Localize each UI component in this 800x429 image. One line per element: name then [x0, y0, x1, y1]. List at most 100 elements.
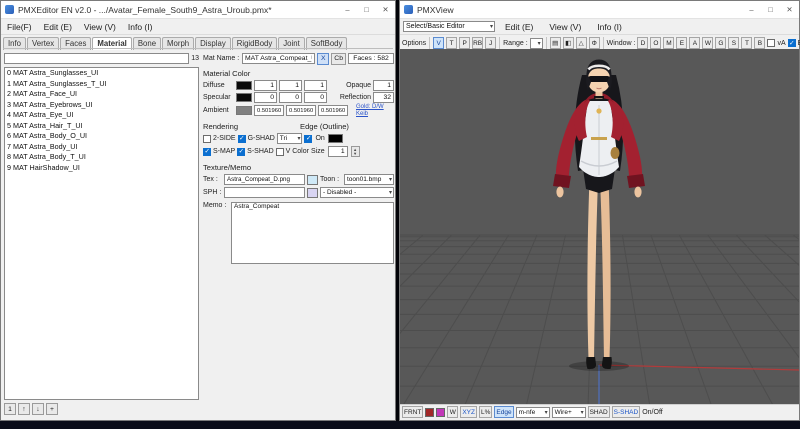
spin-down-icon[interactable]: ▼: [353, 152, 357, 156]
sph-input[interactable]: [224, 187, 305, 198]
wire-mode-dropdown[interactable]: Wire+: [552, 407, 586, 418]
toggle-physics[interactable]: P: [459, 37, 470, 49]
sph-preview-swatch[interactable]: [307, 188, 318, 198]
tex-preview-swatch[interactable]: [307, 175, 318, 185]
material-list-item[interactable]: 4 MAT Astra_Eye_UI: [5, 110, 198, 121]
maximize-button[interactable]: □: [357, 2, 376, 18]
close-button[interactable]: ✕: [376, 2, 395, 18]
window-button-g[interactable]: G: [715, 37, 726, 49]
add-material-button[interactable]: +: [46, 403, 58, 415]
mat-name-input[interactable]: [242, 53, 315, 64]
front-view-button[interactable]: FRNT: [402, 406, 423, 418]
vcolor-checkbox[interactable]: [276, 148, 284, 156]
move-up-button[interactable]: ↑: [18, 403, 30, 415]
menu-edit[interactable]: Edit (E): [38, 22, 78, 32]
edge-size-input[interactable]: [328, 146, 348, 157]
edge-color-swatch[interactable]: [328, 134, 343, 143]
xyz-button[interactable]: XYZ: [460, 406, 477, 418]
ambient-g-input[interactable]: [286, 105, 316, 116]
list-footer-button-1[interactable]: 1: [4, 403, 16, 415]
ambient-r-input[interactable]: [254, 105, 284, 116]
diffuse-b-input[interactable]: [304, 80, 327, 91]
draw-mode-dropdown[interactable]: Tri: [277, 133, 303, 144]
menu-view[interactable]: View (V): [543, 22, 587, 32]
specular-b-input[interactable]: [304, 92, 327, 103]
ambient-b-input[interactable]: [318, 105, 348, 116]
toggle-joint[interactable]: J: [485, 37, 496, 49]
window-button-m[interactable]: M: [663, 37, 674, 49]
ambient-color-swatch[interactable]: [236, 106, 252, 115]
toon-dropdown[interactable]: toon01.bmp: [344, 174, 394, 185]
window-button-s[interactable]: S: [728, 37, 739, 49]
window-button-w[interactable]: W: [702, 37, 713, 49]
window-button-d[interactable]: D: [637, 37, 648, 49]
local-percent-button[interactable]: L%: [479, 406, 492, 418]
pmxeditor-titlebar[interactable]: PMXEditor EN v2.0 - .../Avatar_Female_So…: [1, 1, 395, 19]
viewport-3d[interactable]: [400, 49, 799, 406]
triangle-icon[interactable]: △: [576, 37, 587, 49]
sshad-checkbox[interactable]: [237, 148, 245, 156]
specular-color-swatch[interactable]: [236, 93, 252, 102]
toggle-rigidbody[interactable]: RB: [472, 37, 483, 49]
specular-r-input[interactable]: [254, 92, 277, 103]
bx-checkbox[interactable]: [788, 39, 796, 47]
material-list-item[interactable]: 0 MAT Astra_Sunglasses_UI: [5, 68, 198, 79]
specular-g-input[interactable]: [279, 92, 302, 103]
gshad-checkbox[interactable]: [238, 135, 246, 143]
toggle-vertex[interactable]: V: [433, 37, 444, 49]
material-filter-input[interactable]: [4, 53, 189, 64]
edge-on-checkbox[interactable]: [304, 135, 312, 143]
memo-textarea[interactable]: Astra_Compeat: [231, 202, 394, 264]
menu-view[interactable]: View (V): [78, 22, 122, 32]
reflection-input[interactable]: [373, 92, 394, 103]
material-list-item[interactable]: 5 MAT Astra_Hair_T_UI: [5, 121, 198, 132]
minimize-button[interactable]: –: [742, 2, 761, 18]
material-mode-dropdown[interactable]: m-nfe: [516, 407, 550, 418]
wireframe-button[interactable]: W: [447, 406, 458, 418]
window-button-o[interactable]: O: [650, 37, 661, 49]
menu-edit[interactable]: Edit (E): [499, 22, 539, 32]
grid-icon[interactable]: ▤: [550, 37, 561, 49]
minimize-button[interactable]: –: [338, 2, 357, 18]
va-checkbox[interactable]: [767, 39, 775, 47]
material-list-item[interactable]: 8 MAT Astra_Body_T_UI: [5, 152, 198, 163]
smap-checkbox[interactable]: [203, 148, 211, 156]
axis-icon[interactable]: Φ: [589, 37, 600, 49]
sph-mode-dropdown[interactable]: - Disabled -: [320, 187, 394, 198]
edge-size-spinner[interactable]: ▲▼: [351, 146, 360, 157]
diffuse-r-input[interactable]: [254, 80, 277, 91]
material-listbox[interactable]: 0 MAT Astra_Sunglasses_UI 1 MAT Astra_Su…: [4, 67, 199, 400]
maximize-button[interactable]: □: [761, 2, 780, 18]
material-list-item[interactable]: 2 MAT Astra_Face_UI: [5, 89, 198, 100]
range-dropdown[interactable]: [530, 38, 543, 49]
diffuse-color-swatch[interactable]: [236, 81, 252, 90]
taskbar[interactable]: [0, 421, 800, 429]
opaque-input[interactable]: [373, 80, 394, 91]
move-down-button[interactable]: ↓: [32, 403, 44, 415]
dw-link[interactable]: Gold: D/W Keib: [356, 104, 394, 117]
editor-mode-select[interactable]: Select/Basic Editor: [403, 21, 495, 32]
menu-info[interactable]: Info (I): [122, 22, 159, 32]
material-list-item[interactable]: 1 MAT Astra_Sunglasses_T_UI: [5, 79, 198, 90]
two-side-checkbox[interactable]: [203, 135, 211, 143]
shad-toggle-button[interactable]: SHAD: [588, 406, 610, 418]
window-button-b[interactable]: B: [754, 37, 765, 49]
options-label[interactable]: Options: [402, 40, 426, 47]
material-list-item[interactable]: 6 MAT Astra_Body_O_UI: [5, 131, 198, 142]
mat-x-button[interactable]: X: [317, 53, 329, 65]
close-button[interactable]: ✕: [780, 2, 799, 18]
edge-toggle-button[interactable]: Edge: [494, 406, 513, 418]
pmxview-titlebar[interactable]: PMXView – □ ✕: [400, 1, 799, 19]
menu-file[interactable]: File(F): [1, 22, 38, 32]
window-button-a[interactable]: A: [689, 37, 700, 49]
toggle-texture[interactable]: T: [446, 37, 457, 49]
material-list-item[interactable]: 7 MAT Astra_Body_UI: [5, 142, 198, 153]
material-list-item[interactable]: 3 MAT Astra_Eyebrows_UI: [5, 100, 198, 111]
menu-info[interactable]: Info (I): [591, 22, 628, 32]
diffuse-g-input[interactable]: [279, 80, 302, 91]
window-button-e[interactable]: E: [676, 37, 687, 49]
half-view-icon[interactable]: ◧: [563, 37, 574, 49]
axis-color-chip-magenta[interactable]: [436, 408, 445, 417]
material-list-item[interactable]: 9 MAT HairShadow_UI: [5, 163, 198, 174]
tex-input[interactable]: [224, 174, 305, 185]
